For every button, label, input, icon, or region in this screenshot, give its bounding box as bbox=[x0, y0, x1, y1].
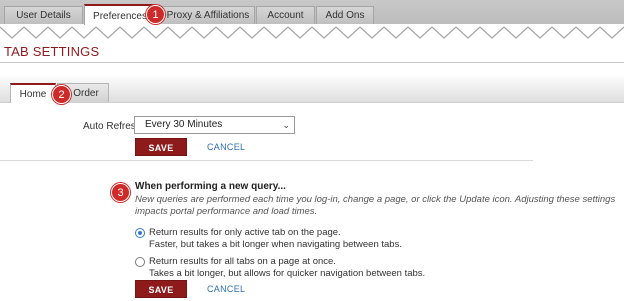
tab-home[interactable]: Home bbox=[10, 83, 56, 103]
radio-option-label: Return results for all tabs on a page at… bbox=[149, 256, 569, 280]
step-badge-2: 2 bbox=[52, 85, 71, 104]
radio-option-label: Return results for only active tab on th… bbox=[149, 227, 569, 251]
auto-refresh-select[interactable]: Every 30 Minutes ⌄ bbox=[134, 116, 295, 134]
auto-refresh-label: Auto Refresh bbox=[83, 121, 142, 132]
top-tab-bar: User Details Preferences Proxy & Affilia… bbox=[0, 0, 624, 25]
title-rule bbox=[0, 62, 624, 63]
chevron-down-icon: ⌄ bbox=[282, 120, 290, 130]
auto-refresh-value: Every 30 Minutes bbox=[145, 119, 223, 130]
query-section-title: When performing a new query... bbox=[135, 181, 286, 192]
option-line-2: Takes a bit longer, but allows for quick… bbox=[149, 268, 426, 279]
option-line-1: Return results for all tabs on a page at… bbox=[149, 256, 336, 267]
sub-tab-bar: Home Order bbox=[0, 74, 624, 103]
page-title: TAB SETTINGS bbox=[4, 44, 100, 59]
radio-button-unchecked[interactable] bbox=[135, 257, 145, 267]
tab-add-ons[interactable]: Add Ons bbox=[316, 6, 374, 24]
query-section-description: New queries are performed each time you … bbox=[135, 194, 616, 217]
section-divider bbox=[0, 160, 533, 161]
radio-button-checked[interactable] bbox=[135, 228, 145, 238]
step-badge-1: 1 bbox=[146, 5, 165, 24]
cancel-button[interactable]: CANCEL bbox=[207, 284, 245, 294]
step-badge-3: 3 bbox=[111, 183, 130, 202]
option-line-2: Faster, but takes a bit longer when navi… bbox=[149, 239, 402, 250]
tab-user-details[interactable]: User Details bbox=[4, 6, 83, 24]
save-button[interactable]: SAVE bbox=[135, 280, 187, 298]
option-line-1: Return results for only active tab on th… bbox=[149, 227, 341, 238]
save-button[interactable]: SAVE bbox=[135, 138, 187, 156]
tab-account[interactable]: Account bbox=[256, 6, 315, 24]
tab-proxy-affiliations[interactable]: Proxy & Affiliations bbox=[157, 6, 255, 24]
cancel-button[interactable]: CANCEL bbox=[207, 142, 245, 152]
